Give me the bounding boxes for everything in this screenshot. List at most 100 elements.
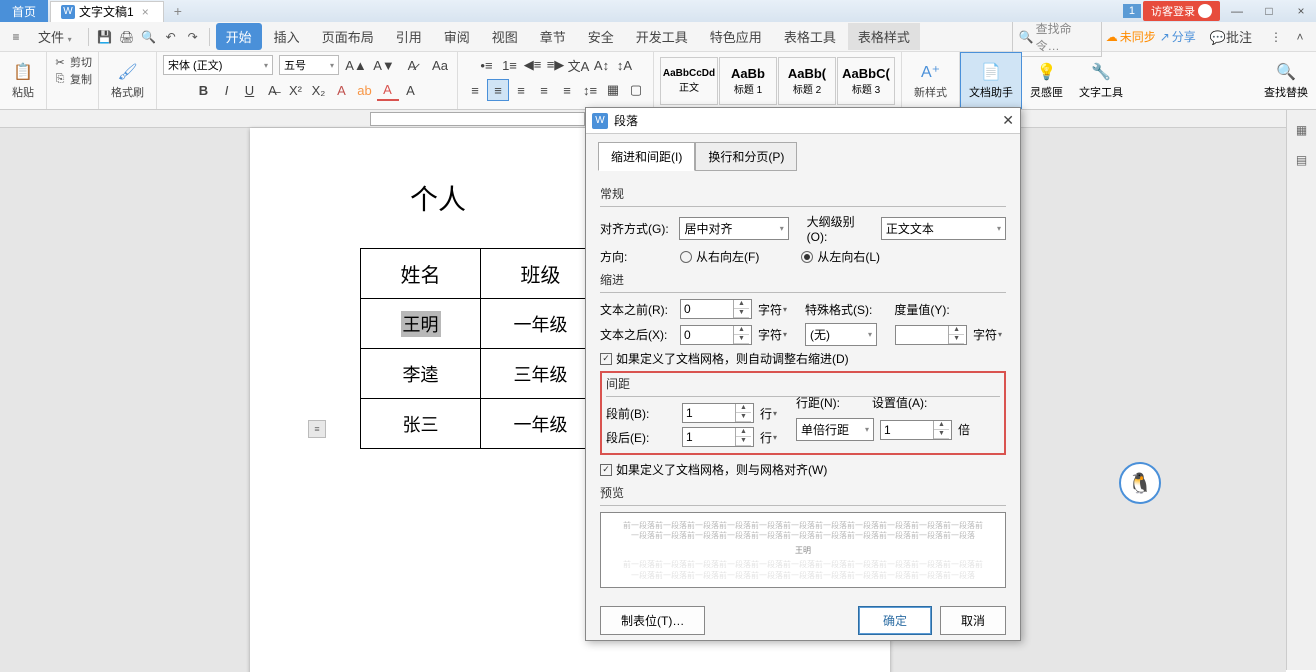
- save-icon[interactable]: 💾: [95, 27, 115, 47]
- text-direction-icon[interactable]: 文A: [568, 54, 590, 76]
- redo-icon[interactable]: ↷: [183, 27, 203, 47]
- indent-after-spinner[interactable]: ▲▼: [680, 325, 752, 345]
- change-case-icon[interactable]: Aa: [429, 54, 451, 76]
- align-left-icon[interactable]: ≡: [464, 79, 486, 101]
- increase-indent-icon[interactable]: ≡▶: [545, 54, 567, 76]
- inspiration-button[interactable]: 💡 灵感匣: [1022, 52, 1071, 109]
- assistant-avatar[interactable]: 🐧: [1119, 462, 1161, 504]
- dialog-close-button[interactable]: ✕: [1002, 112, 1014, 129]
- style-heading2[interactable]: AaBb(标题 2: [778, 57, 836, 105]
- tab-start[interactable]: 开始: [216, 23, 262, 50]
- annotate-button[interactable]: 💬批注: [1200, 23, 1262, 50]
- sidebar-tool-icon[interactable]: ▦: [1292, 120, 1312, 140]
- cut-button[interactable]: ✂剪切: [53, 54, 92, 70]
- minimize-button[interactable]: —: [1222, 1, 1252, 21]
- text-tools-button[interactable]: 🔧 文字工具: [1071, 52, 1131, 109]
- grow-font-icon[interactable]: A▲: [345, 54, 367, 76]
- direction-rtl-radio[interactable]: 从右向左(F): [680, 248, 759, 265]
- decrease-indent-icon[interactable]: ◀≡: [522, 54, 544, 76]
- maximize-button[interactable]: □: [1254, 1, 1284, 21]
- linespacing-select[interactable]: 单倍行距▾: [796, 418, 874, 441]
- table-cell[interactable]: 张三: [361, 399, 481, 449]
- undo-icon[interactable]: ↶: [161, 27, 181, 47]
- strikethrough-icon[interactable]: A̶: [262, 79, 284, 101]
- auto-indent-checkbox[interactable]: ✓如果定义了文档网格，则自动调整右缩进(D): [600, 350, 849, 367]
- new-tab-button[interactable]: +: [164, 1, 192, 21]
- table-header-cell[interactable]: 班级: [481, 249, 601, 299]
- tab-reference[interactable]: 引用: [386, 23, 432, 50]
- style-gallery[interactable]: AaBbCcDd正文 AaBb标题 1 AaBb(标题 2 AaBbC(标题 3: [660, 57, 895, 105]
- asian-layout-icon[interactable]: A↕: [591, 54, 613, 76]
- table-cell[interactable]: 三年级: [481, 349, 601, 399]
- clear-format-icon[interactable]: A̷: [401, 54, 423, 76]
- sort-icon[interactable]: ↕A: [614, 54, 636, 76]
- document-table[interactable]: 姓名 班级 王明 一年级 李逵 三年级 张三 一年级: [360, 248, 601, 449]
- tab-tabletools[interactable]: 表格工具: [774, 23, 846, 50]
- tab-section[interactable]: 章节: [530, 23, 576, 50]
- tab-linebreak-paging[interactable]: 换行和分页(P): [695, 142, 797, 171]
- font-color-icon[interactable]: A: [377, 79, 399, 101]
- tab-insert[interactable]: 插入: [264, 23, 310, 50]
- tabstops-button[interactable]: 制表位(T)…: [600, 606, 705, 635]
- numbering-icon[interactable]: 1≡: [499, 54, 521, 76]
- style-normal[interactable]: AaBbCcDd正文: [660, 57, 718, 105]
- shrink-font-icon[interactable]: A▼: [373, 54, 395, 76]
- table-cell[interactable]: 一年级: [481, 299, 601, 349]
- help-icon[interactable]: ⋮: [1266, 27, 1286, 47]
- distribute-icon[interactable]: ≡: [556, 79, 578, 101]
- align-right-icon[interactable]: ≡: [510, 79, 532, 101]
- snap-grid-checkbox[interactable]: ✓如果定义了文档网格，则与网格对齐(W): [600, 461, 827, 478]
- outline-select[interactable]: 正文文本▾: [881, 217, 1006, 240]
- format-painter-button[interactable]: 🖌 格式刷: [105, 60, 150, 102]
- command-search[interactable]: 🔍 查找命令…: [1012, 17, 1102, 57]
- align-select[interactable]: 居中对齐▾: [679, 217, 788, 240]
- cancel-button[interactable]: 取消: [940, 606, 1006, 635]
- doc-helper-button[interactable]: 📄 文档助手: [960, 52, 1022, 109]
- login-button[interactable]: 访客登录: [1143, 1, 1220, 21]
- copy-button[interactable]: ⎘复制: [53, 71, 92, 87]
- table-header-cell[interactable]: 姓名: [361, 249, 481, 299]
- tab-view[interactable]: 视图: [482, 23, 528, 50]
- tab-special[interactable]: 特色应用: [700, 23, 772, 50]
- space-after-spinner[interactable]: ▲▼: [682, 427, 754, 447]
- table-cell[interactable]: 王明: [361, 299, 481, 349]
- underline-icon[interactable]: U: [239, 79, 261, 101]
- borders-icon[interactable]: ▢: [625, 79, 647, 101]
- table-cell[interactable]: 李逵: [361, 349, 481, 399]
- bullets-icon[interactable]: •≡: [476, 54, 498, 76]
- notification-badge[interactable]: 1: [1123, 4, 1141, 18]
- font-effect-icon[interactable]: A: [331, 79, 353, 101]
- paste-button[interactable]: 📋 粘贴: [6, 60, 40, 102]
- tab-review[interactable]: 审阅: [434, 23, 480, 50]
- font-name-combo[interactable]: 宋体 (正文)▾: [163, 55, 273, 75]
- home-tab[interactable]: 首页: [0, 0, 48, 22]
- tab-tablestyle[interactable]: 表格样式: [848, 23, 920, 50]
- direction-ltr-radio[interactable]: 从左向右(L): [801, 248, 880, 265]
- bold-icon[interactable]: B: [193, 79, 215, 101]
- setvalue-spinner[interactable]: ▲▼: [880, 420, 952, 440]
- line-spacing-icon[interactable]: ↕≡: [579, 79, 601, 101]
- align-center-icon[interactable]: ≡: [487, 79, 509, 101]
- special-format-select[interactable]: (无)▾: [805, 323, 877, 346]
- tab-close-icon[interactable]: ×: [138, 5, 153, 19]
- superscript-icon[interactable]: X²: [285, 79, 307, 101]
- style-heading3[interactable]: AaBbC(标题 3: [837, 57, 895, 105]
- shading-icon[interactable]: ▦: [602, 79, 624, 101]
- sync-status[interactable]: ☁未同步: [1106, 28, 1156, 45]
- style-heading1[interactable]: AaBb标题 1: [719, 57, 777, 105]
- highlight-icon[interactable]: ab: [354, 79, 376, 101]
- justify-icon[interactable]: ≡: [533, 79, 555, 101]
- char-border-icon[interactable]: A: [400, 79, 422, 101]
- collapse-ribbon-icon[interactable]: ˄: [1290, 27, 1310, 47]
- ok-button[interactable]: 确定: [858, 606, 932, 635]
- menu-app-icon[interactable]: ≡: [6, 27, 26, 47]
- space-before-spinner[interactable]: ▲▼: [682, 403, 754, 423]
- subscript-icon[interactable]: X₂: [308, 79, 330, 101]
- new-style-button[interactable]: A⁺ 新样式: [908, 60, 953, 102]
- tab-devtools[interactable]: 开发工具: [626, 23, 698, 50]
- sidebar-nav-icon[interactable]: ▤: [1292, 150, 1312, 170]
- page-tag-icon[interactable]: ≡: [308, 420, 326, 438]
- dialog-titlebar[interactable]: W 段落 ✕: [586, 108, 1020, 134]
- indent-before-spinner[interactable]: ▲▼: [680, 299, 752, 319]
- find-replace-button[interactable]: 🔍 查找替换: [1256, 52, 1316, 109]
